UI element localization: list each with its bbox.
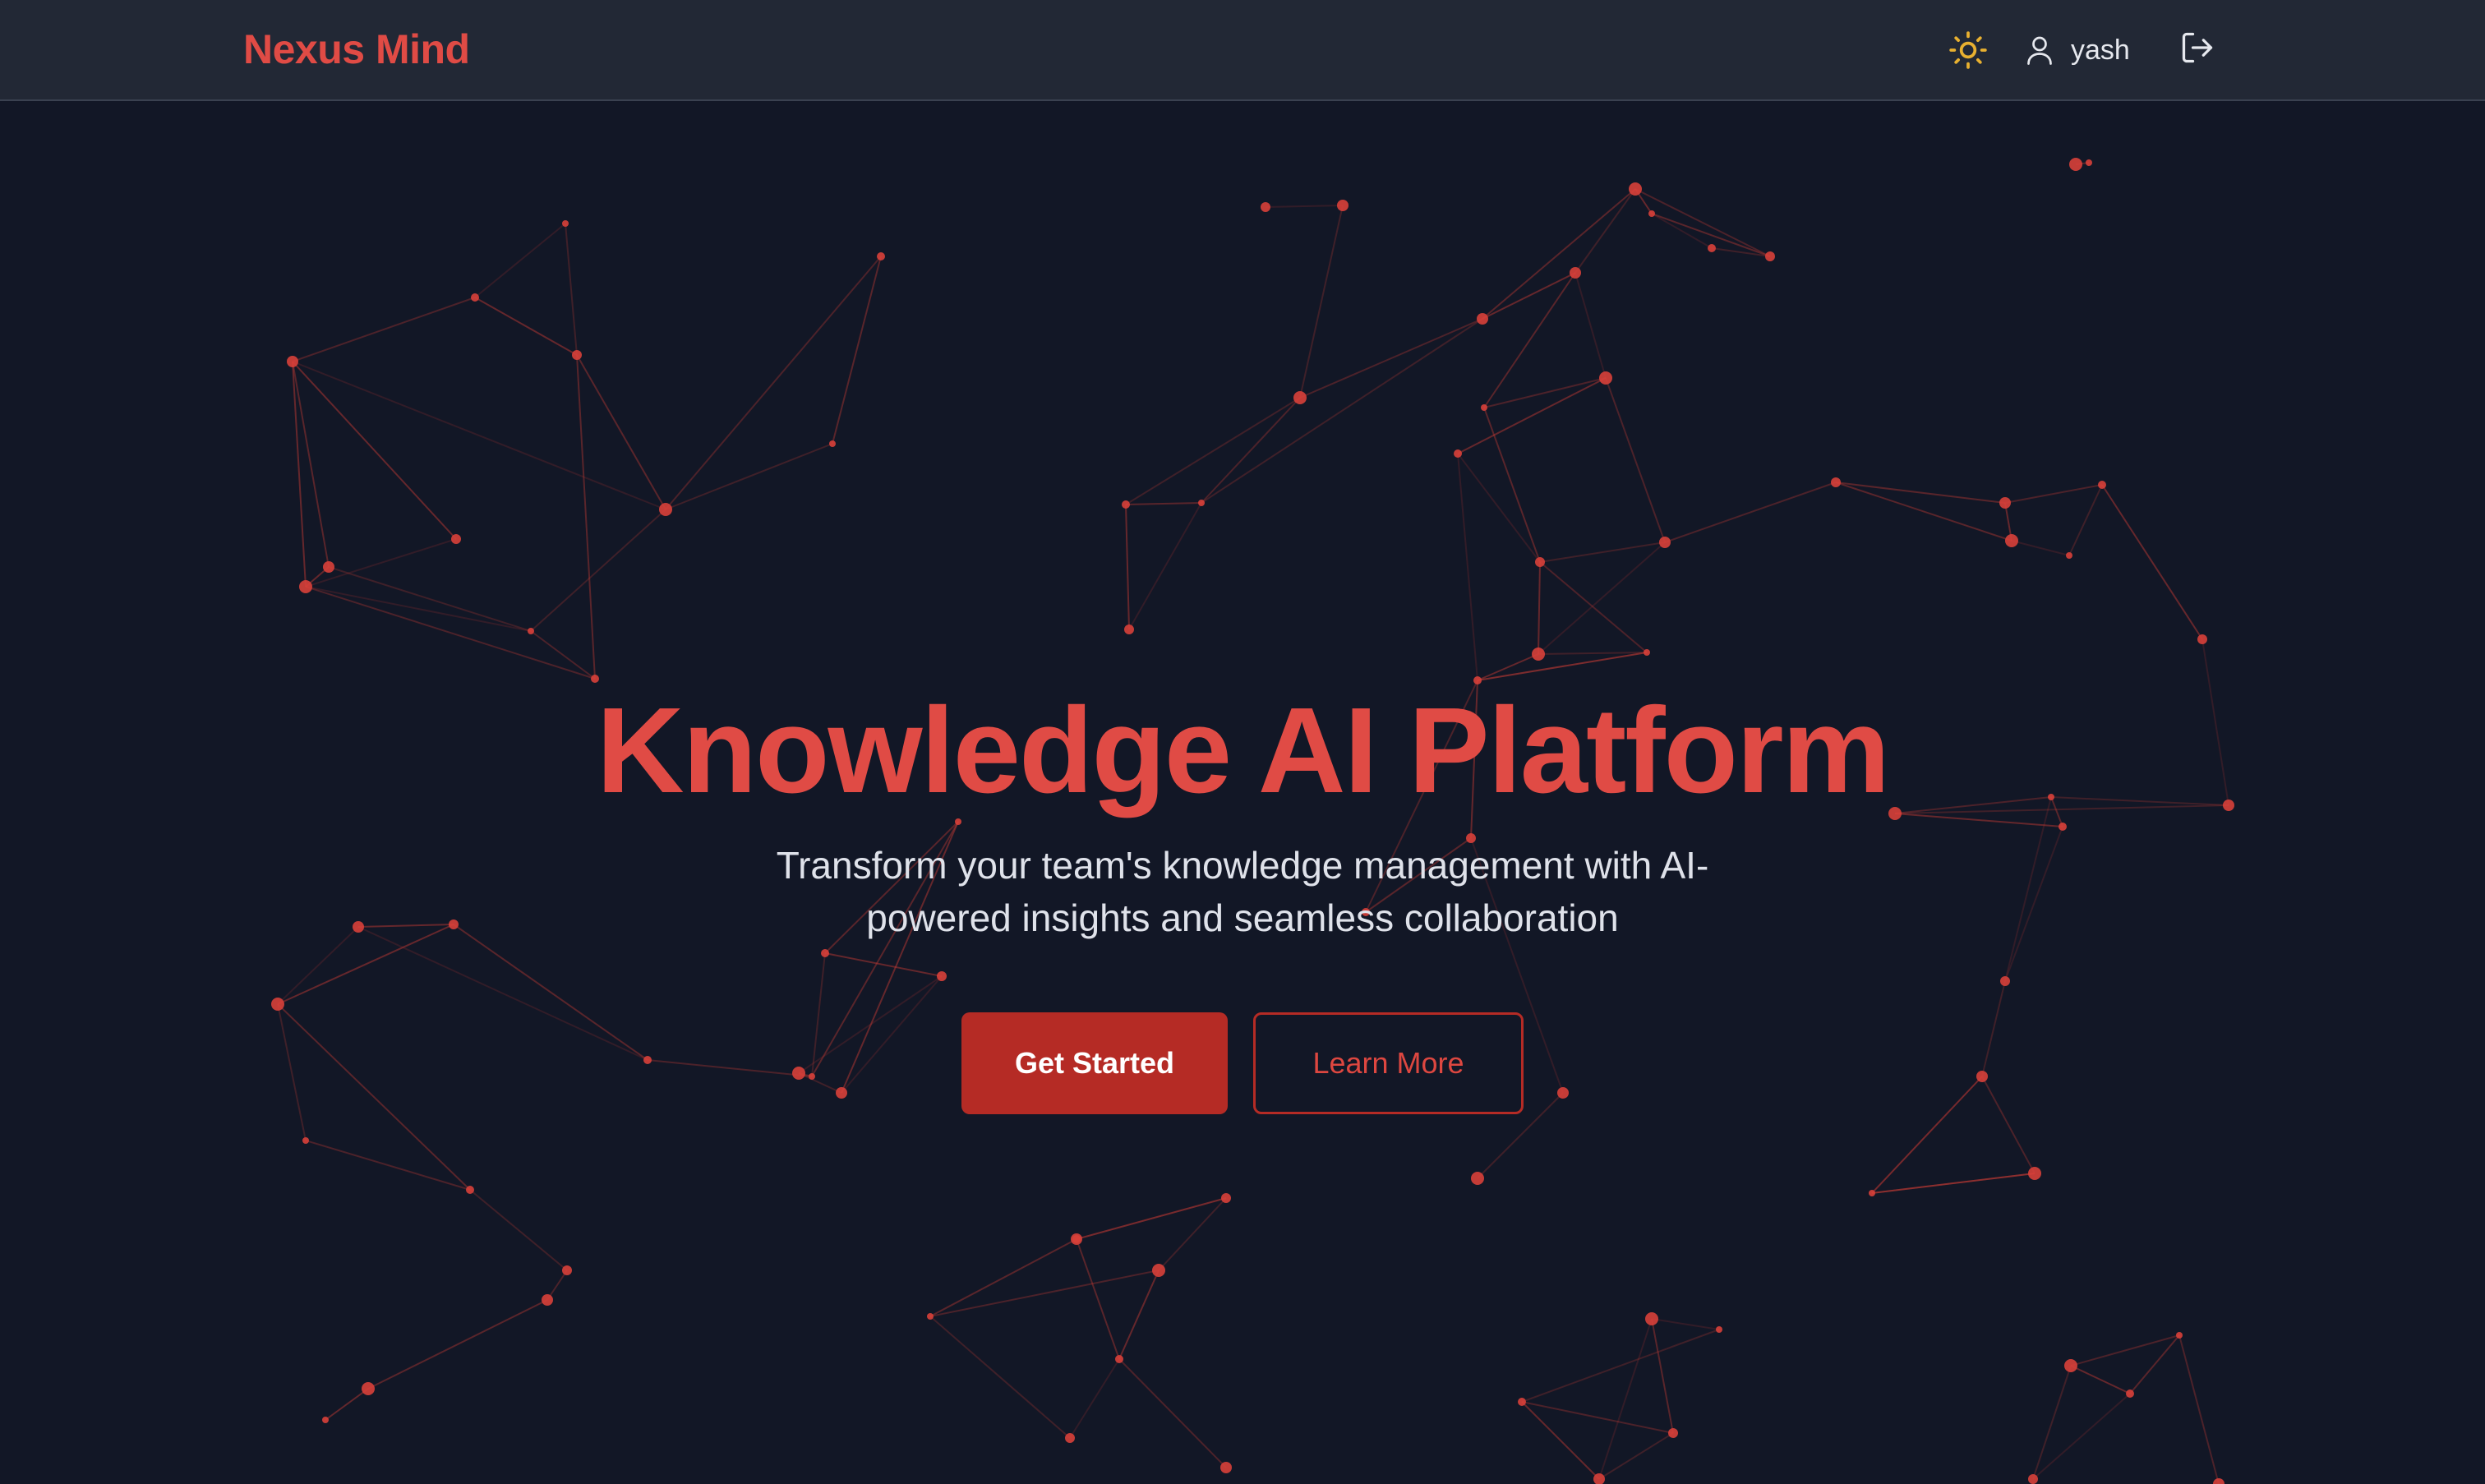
sun-icon (1949, 31, 1987, 69)
top-navbar: Nexus Mind yash (0, 0, 2485, 101)
hero-subtitle-line1: Transform your team's knowledge manageme… (776, 844, 1709, 887)
hero-title: Knowledge AI Platform (596, 683, 1890, 818)
hero-subtitle-line2: powered insights and seamless collaborat… (866, 896, 1619, 939)
theme-toggle-button[interactable] (1948, 30, 1989, 71)
brand-logo[interactable]: Nexus Mind (243, 23, 470, 76)
user-icon (2027, 36, 2052, 65)
learn-more-button[interactable]: Learn More (1253, 1012, 1524, 1114)
hero-subtitle: Transform your team's knowledge manageme… (667, 839, 1818, 944)
username-label: yash (2071, 35, 2130, 66)
get-started-button[interactable]: Get Started (961, 1012, 1228, 1114)
hero-section: Knowledge AI Platform Transform your tea… (0, 101, 2485, 1484)
logout-icon (2182, 32, 2213, 63)
logout-button[interactable] (2179, 30, 2220, 71)
user-menu-button[interactable]: yash (2025, 28, 2130, 72)
